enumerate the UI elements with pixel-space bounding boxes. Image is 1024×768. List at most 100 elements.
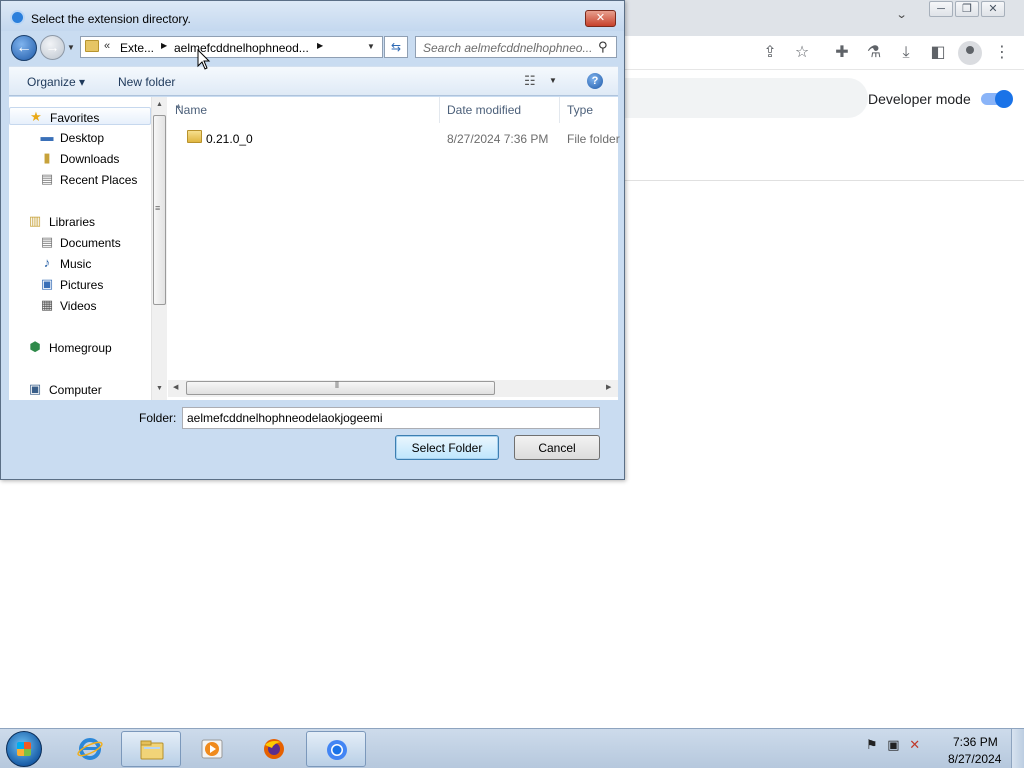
scroll-left-icon[interactable]: ◀: [173, 383, 178, 391]
divider: [620, 180, 1024, 181]
taskbar-file-explorer[interactable]: [121, 731, 181, 767]
file-date: 8/27/2024 7:36 PM: [447, 132, 549, 146]
folder-icon: [85, 40, 99, 52]
start-button[interactable]: [6, 731, 42, 767]
labs-icon[interactable]: ⚗: [864, 43, 884, 63]
cancel-button[interactable]: Cancel: [514, 435, 600, 460]
nav-item-libraries[interactable]: ▥ Libraries: [9, 212, 151, 230]
nav-label: Libraries: [49, 215, 96, 229]
sidepanel-icon[interactable]: ◧: [928, 43, 948, 63]
chrome-icon: [327, 740, 347, 760]
star-icon[interactable]: ☆: [792, 43, 812, 63]
refresh-button[interactable]: ⇆: [384, 36, 408, 58]
dialog-title-bar[interactable]: Select the extension directory. ✕: [1, 1, 624, 31]
scroll-up-icon[interactable]: ▲: [156, 101, 163, 108]
search-input[interactable]: [423, 40, 593, 55]
nav-item-favorites[interactable]: ★ Favorites: [9, 107, 151, 125]
nav-item-downloads[interactable]: ▮ Downloads: [9, 149, 151, 167]
nav-item-desktop[interactable]: ▬ Desktop: [9, 128, 151, 146]
computer-icon: ▣: [28, 381, 42, 396]
nav-item-videos[interactable]: ▦ Videos: [9, 296, 151, 314]
search-icon[interactable]: ⚲: [598, 39, 608, 55]
nav-item-pictures[interactable]: ▣ Pictures: [9, 275, 151, 293]
network-icon[interactable]: ▣: [887, 737, 899, 752]
volume-muted-icon[interactable]: ✕: [909, 737, 920, 752]
select-folder-dialog: Select the extension directory. ✕ ← → ▼ …: [0, 0, 625, 480]
show-desktop-button[interactable]: [1011, 729, 1024, 768]
taskbar: ⚑ ▣ ✕ 7:36 PM 8/27/2024: [0, 728, 1024, 768]
menu-icon[interactable]: ⋮: [992, 43, 1012, 63]
media-player-icon: [201, 739, 223, 759]
clock-time[interactable]: 7:36 PM: [953, 735, 998, 749]
address-overflow[interactable]: «: [104, 40, 110, 52]
scroll-down-icon[interactable]: ▼: [156, 385, 163, 392]
breadcrumb-arrow-icon[interactable]: ▶: [161, 41, 167, 50]
view-dropdown-icon[interactable]: ▼: [549, 76, 557, 85]
system-tray: ⚑ ▣ ✕: [866, 737, 920, 753]
downloads-folder-icon: ▮: [43, 150, 51, 165]
nav-item-documents[interactable]: ▤ Documents: [9, 233, 151, 251]
scrollbar-thumb[interactable]: [186, 381, 495, 395]
nav-label: Recent Places: [60, 173, 138, 187]
minimize-button[interactable]: ─: [929, 1, 953, 17]
nav-pane-scrollbar[interactable]: ▲ ≡ ▼: [151, 97, 167, 400]
column-label: Date modified: [447, 103, 522, 117]
internet-explorer-icon: [77, 738, 103, 760]
forward-button[interactable]: →: [40, 35, 65, 60]
sort-ascending-icon: ▲: [175, 103, 182, 110]
file-explorer-icon: [140, 740, 164, 760]
folder-label: Folder:: [139, 411, 177, 425]
share-icon[interactable]: ⇪: [760, 43, 780, 63]
organize-label: Organize: [27, 75, 76, 89]
nav-label: Pictures: [60, 278, 104, 292]
back-button[interactable]: ←: [11, 35, 37, 61]
action-center-flag-icon[interactable]: ⚑: [866, 737, 878, 752]
column-header-name[interactable]: Name ▲: [168, 97, 440, 123]
taskbar-firefox[interactable]: [244, 731, 304, 767]
recent-locations-dropdown[interactable]: ▼: [67, 43, 75, 52]
scroll-right-icon[interactable]: ▶: [606, 383, 611, 391]
file-row[interactable]: 0.21.0_0 8/27/2024 7:36 PM File folder: [168, 127, 620, 147]
clock-date[interactable]: 8/27/2024: [948, 752, 1001, 766]
nav-item-recent-places[interactable]: ▤ Recent Places: [9, 170, 151, 188]
column-label: Type: [567, 103, 594, 117]
column-header-date[interactable]: Date modified: [440, 97, 560, 123]
nav-label: Music: [60, 257, 92, 271]
column-header-type[interactable]: Type: [560, 97, 618, 123]
nav-item-computer[interactable]: ▣ Computer: [9, 380, 151, 398]
profile-icon[interactable]: [958, 41, 982, 65]
taskbar-chrome[interactable]: [306, 731, 366, 767]
address-bar[interactable]: « Exte... ▶ aelmefcddnelhophneod... ▶ ▼: [80, 36, 383, 58]
new-folder-button[interactable]: New folder: [118, 75, 175, 89]
libraries-icon: ▥: [28, 213, 42, 228]
taskbar-internet-explorer[interactable]: [60, 731, 120, 767]
select-folder-button[interactable]: Select Folder: [395, 435, 499, 460]
file-list-hscrollbar[interactable]: ◀ ⦀ ▶: [168, 380, 618, 397]
file-list: Name ▲ Date modified Type 0.21.0_0 8/27/…: [168, 97, 620, 400]
close-button[interactable]: ✕: [585, 10, 616, 27]
developer-mode-toggle[interactable]: [981, 90, 1013, 108]
folder-name-field[interactable]: [182, 407, 600, 429]
close-window-button[interactable]: ✕: [981, 1, 1005, 17]
extensions-icon[interactable]: ✚: [832, 43, 852, 63]
view-options-icon[interactable]: ☷: [524, 73, 536, 89]
search-box[interactable]: ⚲: [415, 36, 617, 58]
nav-label: Homegroup: [49, 341, 112, 355]
nav-item-homegroup[interactable]: ⬢ Homegroup: [9, 338, 151, 356]
pictures-icon: ▣: [40, 276, 54, 291]
breadcrumb-arrow-icon[interactable]: ▶: [317, 41, 323, 50]
breadcrumb-segment[interactable]: Exte...: [120, 41, 154, 55]
organize-button[interactable]: Organize ▾: [27, 75, 85, 89]
address-dropdown-icon[interactable]: ▼: [367, 42, 375, 51]
extensions-search-area: [620, 78, 868, 118]
restore-button[interactable]: ❐: [955, 1, 979, 17]
download-icon[interactable]: ⤓: [896, 43, 916, 63]
nav-label: Downloads: [60, 152, 120, 166]
nav-label: Favorites: [50, 111, 100, 125]
nav-item-music[interactable]: ♪ Music: [9, 254, 151, 272]
nav-label: Desktop: [60, 131, 105, 145]
tab-search-dropdown[interactable]: ⌄: [896, 8, 908, 21]
help-icon[interactable]: ?: [587, 73, 603, 89]
taskbar-media-player[interactable]: [182, 731, 242, 767]
breadcrumb-segment[interactable]: aelmefcddnelhophneod...: [174, 41, 309, 55]
